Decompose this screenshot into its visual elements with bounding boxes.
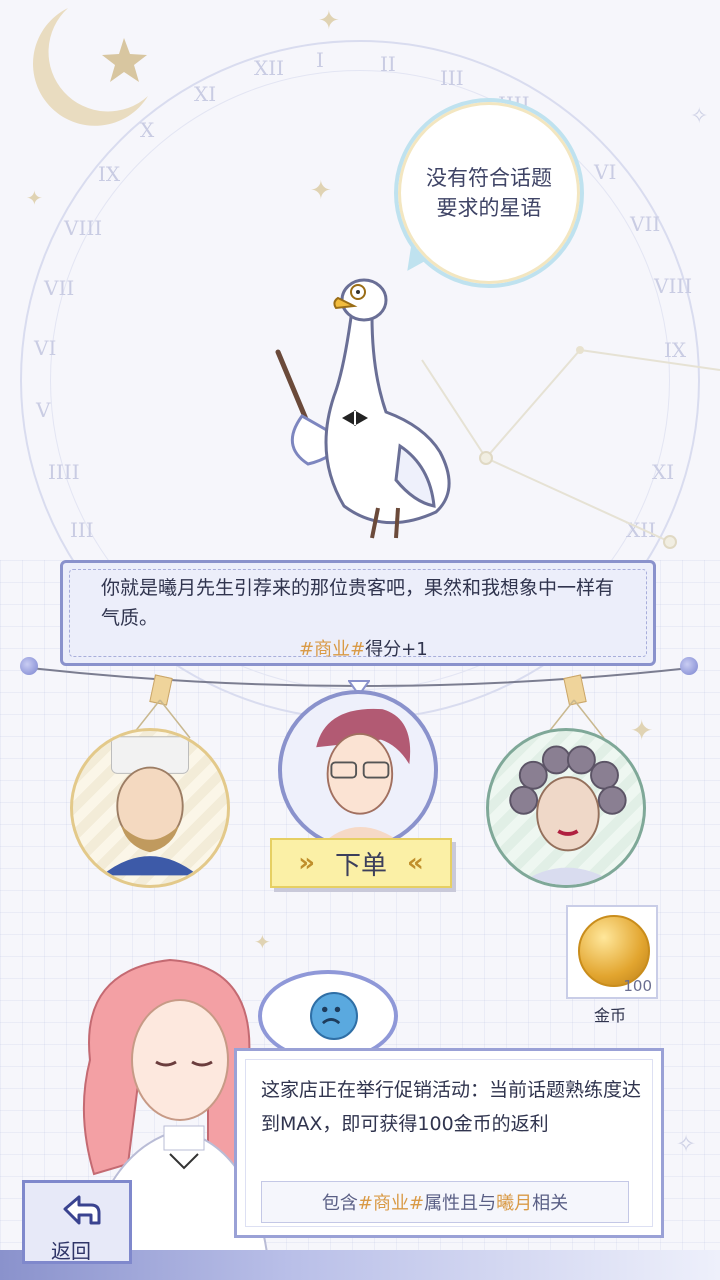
clock-numeral: IIII: [48, 460, 80, 484]
reward-card: 100: [566, 905, 658, 999]
chevron-left-icon: «: [407, 848, 424, 878]
clock-numeral: IX: [98, 162, 121, 186]
clock-numeral: VIII: [654, 274, 693, 298]
clock-numeral: III: [70, 518, 94, 542]
back-button-label: 返回: [51, 1239, 91, 1263]
speech-bubble-text: 没有符合话题要求的星语: [426, 166, 552, 220]
back-button[interactable]: 返回: [22, 1180, 132, 1264]
dialog-box: 你就是曦月先生引荐来的那位贵客吧，果然和我想象中一样有气质。 #商业#得分+1: [60, 560, 656, 666]
sparkle-icon: ✦: [310, 176, 332, 206]
customer-portrait-chef[interactable]: [70, 728, 230, 888]
clock-numeral: II: [380, 52, 396, 76]
speech-bubble: 没有符合话题要求的星语: [394, 98, 584, 288]
lady-avatar: [509, 745, 627, 885]
goose-mascot: [275, 278, 451, 539]
clock-numeral: I: [316, 48, 324, 72]
condition-suffix: 相关: [532, 1193, 569, 1214]
dialog-text: 你就是曦月先生引荐来的那位贵客吧，果然和我想象中一样有气质。: [101, 577, 615, 629]
back-arrow-icon: [63, 1195, 101, 1225]
order-button-label: 下单: [334, 850, 387, 881]
customer-portrait-lady[interactable]: [486, 728, 646, 888]
clock-numeral: III: [440, 66, 464, 90]
reward-amount: 100: [623, 977, 652, 995]
condition-name: 曦月: [496, 1193, 533, 1214]
clock-numeral: VI: [34, 336, 57, 360]
sparkle-icon: ✦: [318, 6, 340, 36]
rope-end-knob: [20, 657, 38, 675]
clock-numeral: VII: [630, 212, 661, 236]
condition-prefix: 包含: [321, 1193, 358, 1214]
sad-face-icon: [310, 992, 358, 1040]
chevron-right-icon: »: [298, 848, 315, 878]
rope-end-knob: [680, 657, 698, 675]
sparkle-icon: ✧: [690, 104, 709, 129]
clock-numeral: XI: [194, 82, 217, 106]
clock-numeral: VII: [44, 276, 75, 300]
score-tag: #商业#: [299, 639, 366, 660]
moon-icon: [33, 8, 148, 126]
clock-numeral: XII: [254, 56, 285, 80]
reward-label: 金币: [594, 1006, 627, 1025]
sparkle-icon: ✦: [26, 186, 43, 210]
customer-portrait-selected[interactable]: [278, 690, 438, 850]
condition-mid: 属性且与: [424, 1193, 497, 1214]
condition-tag: #商业#: [357, 1193, 425, 1214]
hint-card: 这家店正在举行促销活动：当前话题熟练度达到MAX，即可获得100金币的返利 包含…: [234, 1048, 664, 1238]
order-button[interactable]: » 下单 «: [270, 838, 452, 888]
gentleman-avatar: [316, 708, 411, 846]
hint-text: 这家店正在举行促销活动：当前话题熟练度达到MAX，即可获得100金币的返利: [261, 1079, 642, 1135]
clock-numeral: VI: [594, 160, 617, 184]
sparkle-icon: ✧: [676, 1130, 697, 1158]
chef-avatar: [101, 736, 199, 876]
score-line: #商业#得分+1: [299, 635, 428, 661]
clock-numeral: V: [36, 398, 51, 422]
score-text: 得分+1: [365, 639, 428, 660]
constellation-lines: [421, 346, 720, 549]
condition-box: 包含 #商业# 属性且与 曦月 相关: [261, 1181, 629, 1223]
clock-numeral: VIII: [64, 216, 103, 240]
